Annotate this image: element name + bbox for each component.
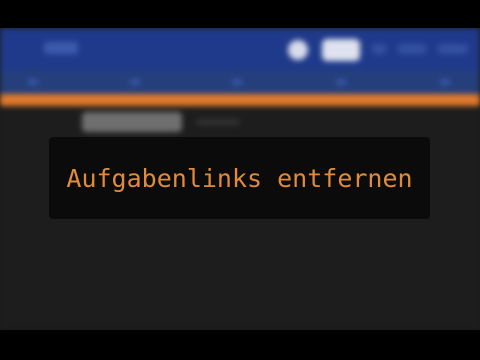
blurred-text-line bbox=[196, 119, 240, 125]
toolbar-item bbox=[440, 79, 450, 85]
header-menu-item bbox=[372, 44, 386, 54]
app-logo bbox=[44, 42, 78, 54]
secondary-toolbar bbox=[0, 70, 480, 94]
header-menu-item bbox=[438, 44, 468, 54]
toolbar-item bbox=[232, 79, 242, 85]
header-menu-item bbox=[398, 44, 426, 54]
caption-text: Aufgabenlinks entfernen bbox=[66, 163, 413, 193]
accent-divider bbox=[0, 94, 480, 106]
top-navigation-bar bbox=[0, 28, 480, 70]
toolbar-item bbox=[130, 79, 140, 85]
toolbar-item bbox=[28, 79, 38, 85]
caption-overlay: Aufgabenlinks entfernen bbox=[49, 137, 430, 219]
profile-circle-icon bbox=[288, 40, 308, 60]
toolbar-item bbox=[336, 79, 346, 85]
blurred-label-chip bbox=[82, 112, 182, 132]
header-button bbox=[322, 39, 360, 61]
